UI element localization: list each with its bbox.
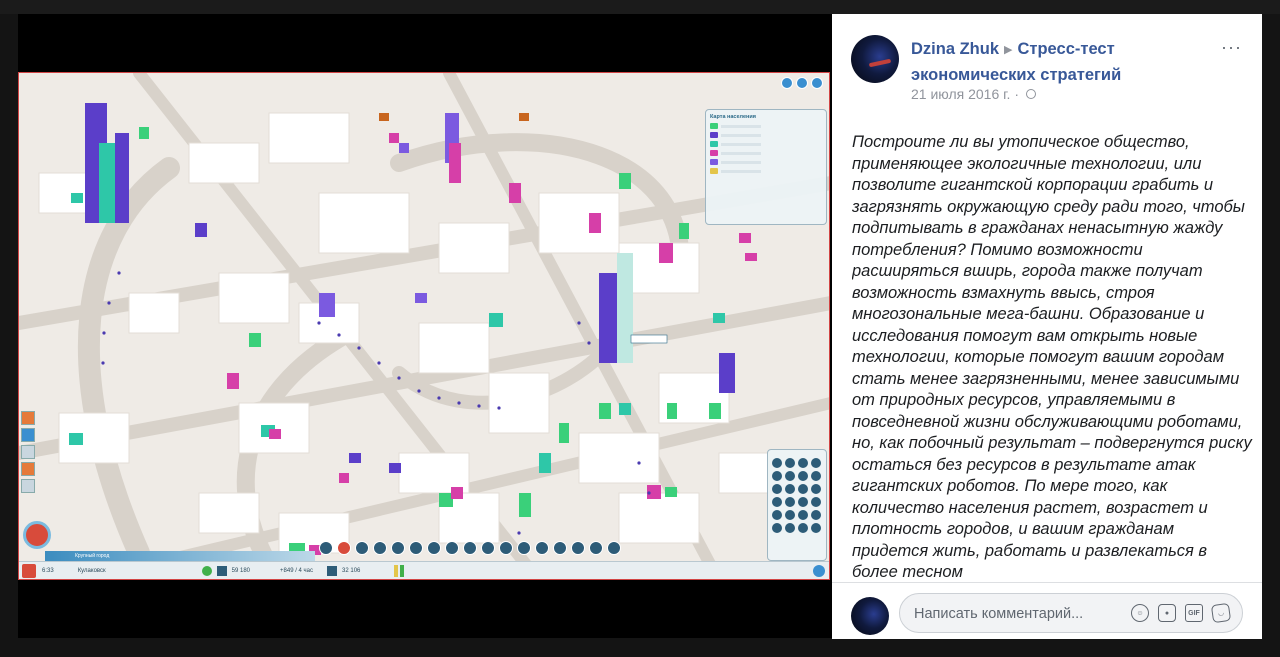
tool-button[interactable] <box>21 411 35 425</box>
game-menu-icon[interactable] <box>796 77 808 89</box>
toolbar-button[interactable] <box>427 541 441 555</box>
legend-row <box>710 150 822 156</box>
legend-row <box>710 141 822 147</box>
legend-row <box>710 168 822 174</box>
city-name: Кулаковск <box>77 568 106 574</box>
population-map-panel[interactable]: Карта населения <box>705 109 827 225</box>
game-screenshot[interactable]: Карта населения Крупный город 6:33 Кулак… <box>18 72 830 580</box>
toolbar-button[interactable] <box>409 541 423 555</box>
map-button[interactable] <box>798 484 808 494</box>
map-button[interactable] <box>772 484 782 494</box>
money-icon <box>201 566 212 576</box>
status-indicator <box>394 565 399 577</box>
money-value: 59 180 <box>231 568 251 574</box>
game-bottom-toolbar <box>319 541 621 557</box>
map-button[interactable] <box>772 497 782 507</box>
game-time: 6:33 <box>42 568 54 574</box>
comment-input[interactable] <box>912 603 1116 625</box>
toolbar-button[interactable] <box>553 541 567 555</box>
tool-button[interactable] <box>21 445 35 459</box>
comment-actions: ☺ ● GIF ◡ <box>1131 602 1232 624</box>
legend-row <box>710 123 822 129</box>
toolbar-button[interactable] <box>319 541 333 555</box>
tool-button[interactable] <box>21 428 35 442</box>
legend-row <box>710 159 822 165</box>
author-name[interactable]: Dzina Zhuk <box>911 40 999 58</box>
post-panel: Dzina Zhuk ▶ Стресс-тест экономических стр… <box>832 14 1262 639</box>
map-button[interactable] <box>772 471 782 481</box>
toolbar-button[interactable] <box>355 541 369 555</box>
map-button[interactable] <box>772 523 782 533</box>
toolbar-button[interactable] <box>571 541 585 555</box>
map-button[interactable] <box>811 458 821 468</box>
map-button[interactable] <box>798 471 808 481</box>
money-box-icon <box>216 566 227 576</box>
user-avatar <box>851 597 889 635</box>
toolbar-button[interactable] <box>517 541 531 555</box>
globe-icon <box>1025 89 1036 100</box>
map-button[interactable] <box>785 471 795 481</box>
toolbar-button[interactable] <box>463 541 477 555</box>
map-button[interactable] <box>785 510 795 520</box>
emoji-icon[interactable]: ☺ <box>1131 604 1149 622</box>
population-value: 32 106 <box>342 568 361 574</box>
browser-top-strip <box>0 0 1280 14</box>
toolbar-button[interactable] <box>607 541 621 555</box>
tool-button[interactable] <box>21 462 35 476</box>
legend-row <box>710 132 822 138</box>
map-button[interactable] <box>772 458 782 468</box>
income-value: +849 / 4 час <box>280 568 314 574</box>
toolbar-button[interactable] <box>589 541 603 555</box>
status-indicator <box>400 565 405 577</box>
media-viewer[interactable]: Карта населения Крупный город 6:33 Кулак… <box>18 14 832 638</box>
more-icon[interactable]: ··· <box>1221 38 1242 56</box>
toolbar-button[interactable] <box>391 541 405 555</box>
city-name-bar: Крупный город <box>45 551 315 561</box>
map-button[interactable] <box>811 471 821 481</box>
sticker-icon[interactable]: ◡ <box>1210 602 1232 624</box>
map-button[interactable] <box>811 523 821 533</box>
map-button[interactable] <box>811 497 821 507</box>
build-menu-icon[interactable] <box>23 521 51 549</box>
toolbar-button[interactable] <box>337 541 351 555</box>
game-menu-icon[interactable] <box>813 565 825 577</box>
map-button[interactable] <box>811 484 821 494</box>
map-grid <box>772 458 822 533</box>
map-button[interactable] <box>811 510 821 520</box>
tool-button[interactable] <box>21 479 35 493</box>
gif-icon[interactable]: GIF <box>1185 604 1203 622</box>
game-status-bar: 6:33 Кулаковск 59 180 +849 / 4 час 32 10… <box>19 561 829 579</box>
population-icon <box>327 566 338 576</box>
map-button[interactable] <box>798 458 808 468</box>
play-icon[interactable] <box>22 564 36 578</box>
map-button[interactable] <box>798 523 808 533</box>
map-button[interactable] <box>785 497 795 507</box>
data-maps-panel[interactable] <box>767 449 827 561</box>
comment-field[interactable]: ☺ ● GIF ◡ <box>899 593 1243 633</box>
population-panel-title: Карта населения <box>710 114 756 120</box>
game-settings-icon[interactable] <box>811 77 823 89</box>
post-date-row: 21 июля 2016 г. · <box>911 86 1036 102</box>
toolbar-button[interactable] <box>445 541 459 555</box>
map-button[interactable] <box>785 523 795 533</box>
toolbar-button[interactable] <box>373 541 387 555</box>
comment-bar: ☺ ● GIF ◡ <box>832 582 1262 639</box>
map-button[interactable] <box>798 510 808 520</box>
map-button[interactable] <box>785 484 795 494</box>
map-button[interactable] <box>772 510 782 520</box>
camera-icon[interactable]: ● <box>1158 604 1176 622</box>
toolbar-button[interactable] <box>481 541 495 555</box>
map-button[interactable] <box>785 458 795 468</box>
author-avatar[interactable] <box>851 35 899 83</box>
game-top-controls <box>781 77 823 89</box>
post-date[interactable]: 21 июля 2016 г. · <box>911 86 1019 102</box>
game-speed-icon[interactable] <box>781 77 793 89</box>
game-left-toolbar <box>21 411 39 493</box>
post-text: Построите ли вы утопическое общество, пр… <box>852 133 1252 580</box>
toolbar-button[interactable] <box>535 541 549 555</box>
map-button[interactable] <box>798 497 808 507</box>
right-triangle-icon: ▶ <box>1004 44 1013 56</box>
post-header: Dzina Zhuk ▶ Стресс-тест экономических стр… <box>911 37 1211 87</box>
toolbar-button[interactable] <box>499 541 513 555</box>
